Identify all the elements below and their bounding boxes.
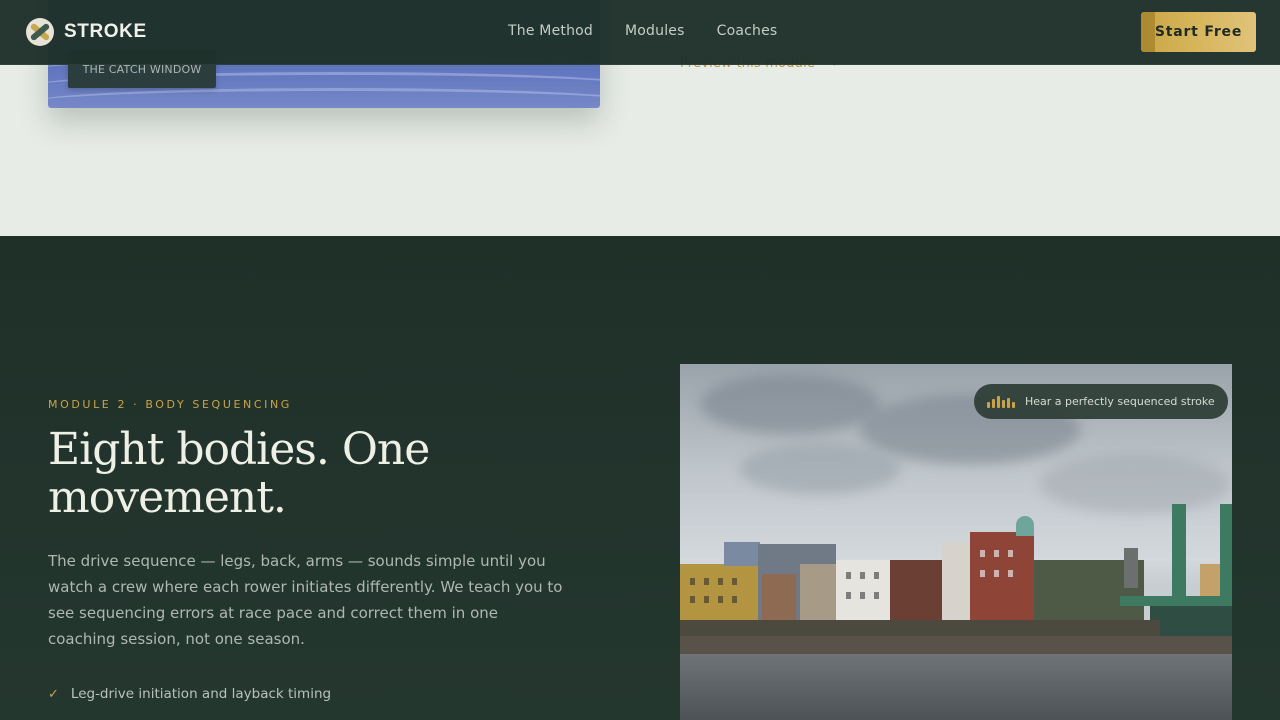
oars-crest-icon: [26, 18, 54, 46]
module-description: The drive sequence — legs, back, arms — …: [48, 552, 563, 648]
audio-sample-label: Hear a perfectly sequenced stroke: [1025, 395, 1215, 408]
checkmark-icon: ✓: [48, 686, 59, 702]
module-eyebrow: MODULE 2 · BODY SEQUENCING: [48, 398, 292, 411]
checklist-item-label: Leg-drive initiation and layback timing: [70, 686, 332, 702]
nav-links: The Method Modules Coaches: [508, 23, 777, 39]
river-water: [680, 654, 1232, 720]
nav-link-the-method[interactable]: The Method: [508, 23, 593, 39]
module-2-section: MODULE 2 · BODY SEQUENCING Eight bodies.…: [0, 236, 1280, 720]
start-free-button[interactable]: Start Free: [1141, 12, 1256, 52]
checklist-item: ✓ Leg-drive initiation and layback timin…: [48, 686, 331, 702]
headline-line-2: movement.: [48, 472, 287, 523]
audio-sample-button[interactable]: Hear a perfectly sequenced stroke: [974, 384, 1228, 419]
nav-link-modules[interactable]: Modules: [625, 23, 685, 39]
brand-name: STROKE: [64, 21, 147, 42]
brand-link[interactable]: STROKE: [26, 18, 147, 46]
module-headline: Eight bodies. One movement.: [48, 426, 568, 522]
headline-line-1: Eight bodies. One: [48, 424, 430, 475]
top-nav: STROKE The Method Modules Coaches Start …: [0, 0, 1280, 65]
nav-link-coaches[interactable]: Coaches: [717, 23, 778, 39]
river-thames-photo: Hear a perfectly sequenced stroke: [680, 364, 1232, 720]
audio-waveform-icon: [987, 395, 1015, 408]
